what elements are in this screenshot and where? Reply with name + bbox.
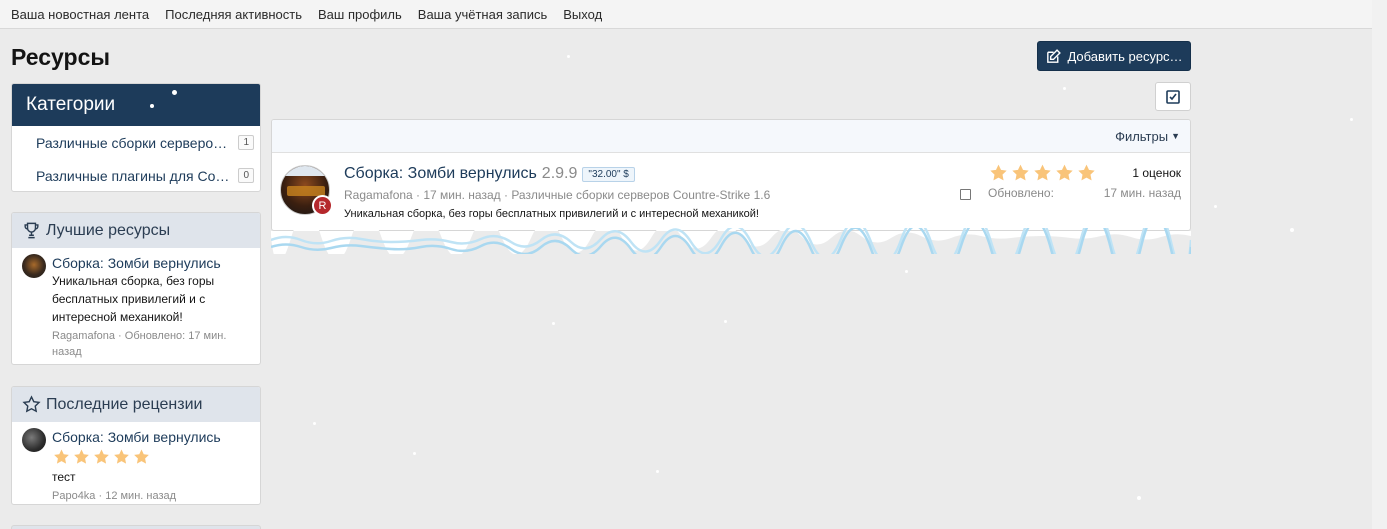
author-avatar[interactable]: R [312,195,333,216]
edit-icon [1047,48,1062,63]
add-resource-label: Добавить ресурс… [1067,48,1183,64]
top-navigation: Ваша новостная лента Последняя активност… [0,0,1372,29]
list-header: Фильтры ▼ [272,120,1190,153]
snowflake [567,55,570,58]
resource-link[interactable]: Сборка: Зомби вернулись [52,254,250,272]
top-resources-header: Лучшие ресурсы [12,213,260,248]
snow-decoration [271,228,1191,254]
list-item: Сборка: Зомби вернулись тест Papo4ka · 1… [12,422,260,504]
resource-title-line: Сборка: Зомби вернулись 2.9.9 "32.00" $ [344,165,635,183]
trophy-icon [24,222,39,239]
resource-version: 2.9.9 [541,165,578,182]
review-meta: Papo4ka · 12 мин. назад [52,490,177,502]
nav-account[interactable]: Ваша учётная запись [418,7,547,22]
category-item[interactable]: Различные плагины для Countre-Strike 1.6… [12,159,260,191]
latest-reviews-title: Последние рецензии [46,395,203,413]
star-outline-icon [22,395,41,413]
price-badge: "32.00" $ [582,166,635,182]
resource-description: Уникальная сборка, без горы бесплатных п… [344,208,759,220]
star-icon [1034,164,1051,181]
snowflake [413,452,416,455]
top-resources-title: Лучшие ресурсы [46,221,171,239]
page-title: Ресурсы [11,44,111,70]
latest-reviews-header: Последние рецензии [12,387,260,422]
category-count: 0 [238,168,254,183]
star-icon [74,449,89,464]
updated-value: 17 мин. назад [1103,186,1181,200]
resource-description: Уникальная сборка, без горы бесплатных п… [52,274,215,324]
nav-news-feed[interactable]: Ваша новостная лента [11,7,149,22]
star-icon [1056,164,1073,181]
resource-row: R Сборка: Зомби вернулись 2.9.9 "32.00" … [272,153,1190,230]
select-toggle-button[interactable] [1155,82,1191,111]
review-rating [52,448,221,466]
review-text: тест [52,470,76,484]
snowflake [552,322,555,325]
avatar[interactable] [22,254,46,278]
latest-reviews-block: Последние рецензии Сборка: Зомби вернули… [11,386,261,505]
resource-title-link[interactable]: Сборка: Зомби вернулись [344,165,537,183]
list-item: Сборка: Зомби вернулись Уникальная сборк… [12,248,260,360]
star-icon [54,449,69,464]
star-icon [990,164,1007,181]
star-icon [94,449,109,464]
snowflake [1137,496,1141,500]
scrollbar[interactable] [1372,0,1387,529]
snowflake [1214,205,1217,208]
category-label: Различные сборки серверов Countre-Strike… [36,134,230,151]
resource-meta: Ragamafona · 17 мин. назад · Различные с… [344,188,771,202]
snowflake [150,104,154,108]
star-icon [1012,164,1029,181]
category-count: 1 [238,135,254,150]
caret-down-icon: ▼ [1171,131,1180,141]
categories-title: Категории [12,84,260,126]
next-block-header [11,525,261,529]
category-item[interactable]: Различные сборки серверов Countre-Strike… [12,126,260,159]
categories-block: Категории Различные сборки серверов Coun… [11,83,261,192]
nav-latest-activity[interactable]: Последняя активность [165,7,302,22]
nav-logout[interactable]: Выход [563,7,602,22]
resource-list: Фильтры ▼ R Сборка: Зомби вернулись 2.9.… [271,119,1191,231]
snowflake [313,422,316,425]
snowflake [724,320,727,323]
star-icon [1078,164,1095,181]
checkbox-icon [1166,89,1180,104]
review-resource-link[interactable]: Сборка: Зомби вернулись [52,428,221,446]
resource-rating [988,163,1097,183]
ratings-count: 1 оценок [1132,166,1181,180]
top-resources-block: Лучшие ресурсы Сборка: Зомби вернулись У… [11,212,261,365]
avatar[interactable] [22,428,46,452]
star-icon [114,449,129,464]
nav-profile[interactable]: Ваш профиль [318,7,402,22]
snowflake [1063,87,1066,90]
select-checkbox[interactable] [960,189,971,200]
resource-meta: Ragamafona · Обновлено: 17 мин. назад [52,330,227,358]
updated-label: Обновлено: [988,186,1054,200]
snowflake [905,270,908,273]
category-label: Различные плагины для Countre-Strike 1.6 [36,167,230,184]
snowflake [1350,118,1353,121]
add-resource-button[interactable]: Добавить ресурс… [1037,41,1191,71]
snowflake [172,90,177,95]
filters-button[interactable]: Фильтры [1115,129,1168,144]
snowflake [656,470,659,473]
snowflake [1290,228,1294,232]
star-icon [134,449,149,464]
